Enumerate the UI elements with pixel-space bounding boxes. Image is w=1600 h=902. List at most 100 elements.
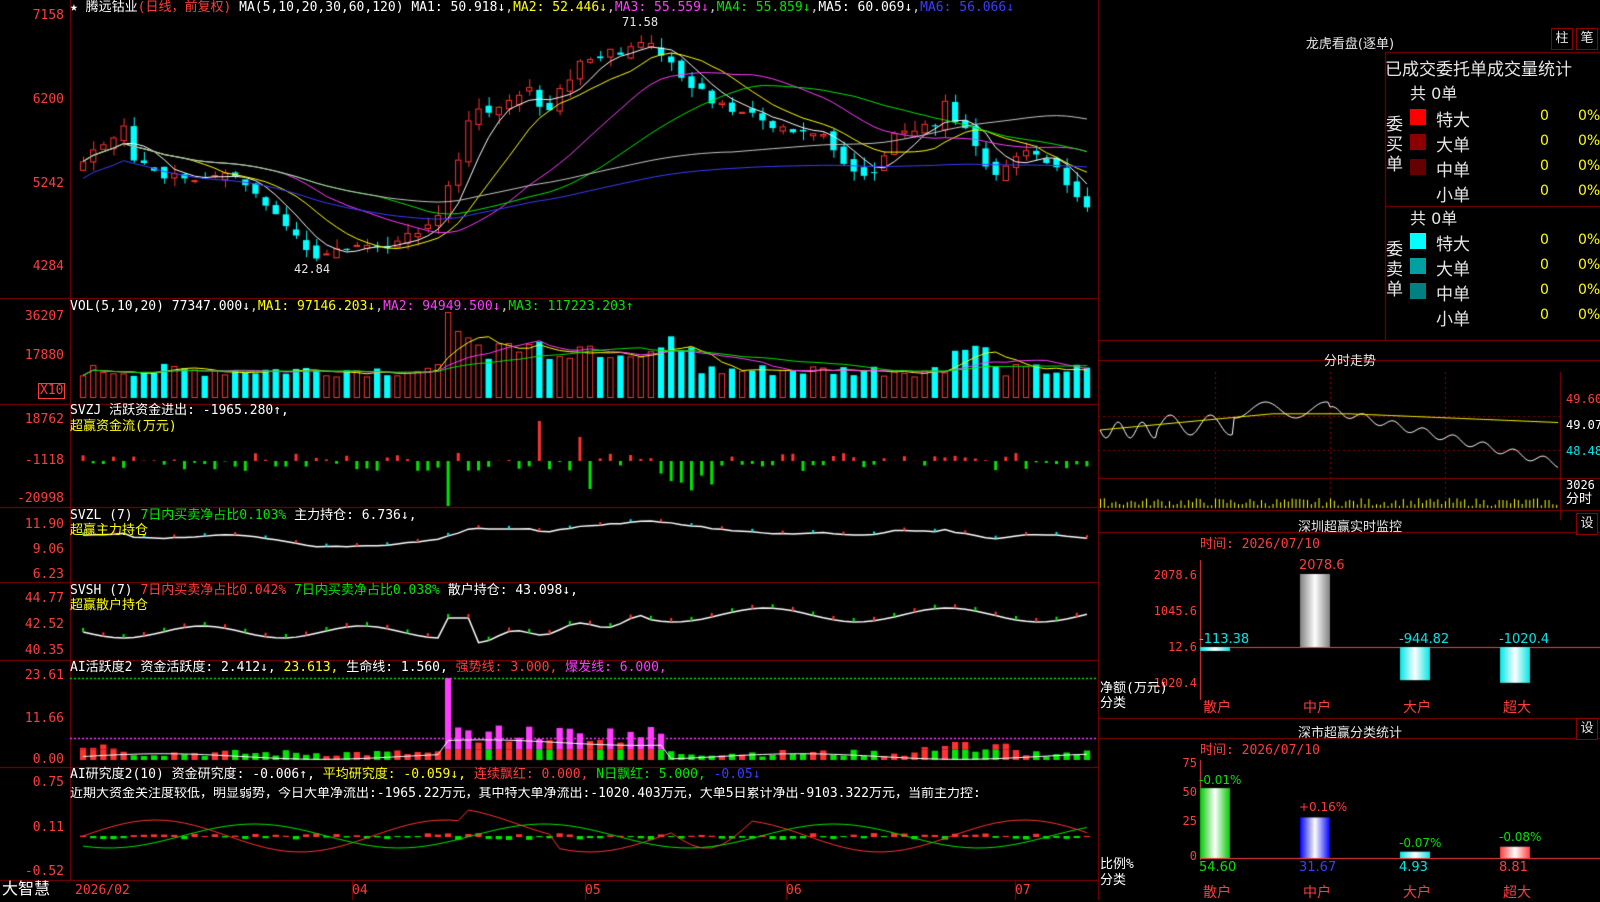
kline-axis-3: 4284 xyxy=(32,259,64,274)
vol-unit: X10 xyxy=(38,383,66,399)
ai2-header: AI研究度2(10) 资金研究度: -0.006↑, 平均研究度: -0.059… xyxy=(70,768,761,782)
svzl-text2: 主力持仓: 6.736↓, xyxy=(294,508,417,523)
classify-chg-1: +0.16% xyxy=(1299,800,1348,814)
buy-row-swatch-3 xyxy=(1410,184,1426,200)
chart-canvas[interactable] xyxy=(0,0,1600,900)
ma1-value: MA1: 50.918↓ xyxy=(411,0,506,15)
sell-row-name-1: 大单 xyxy=(1436,260,1470,280)
ai1-t1: 资金活跃度: 2.412↓, xyxy=(140,660,276,675)
sell-row-val-3: 0 xyxy=(1540,307,1549,323)
kline-high-mark: 71.58 xyxy=(622,15,659,29)
buy-side-label: 委买单 xyxy=(1386,115,1403,175)
classify-axis-3: 0 xyxy=(1189,849,1197,863)
sell-row-val-0: 0 xyxy=(1540,232,1549,248)
bar-mode-button[interactable]: 柱 xyxy=(1551,28,1573,50)
ai2-note: 近期大资金关注度较低，明显弱势，今日大单净流出:-1965.22万元，其中特大单… xyxy=(70,787,981,801)
fenshi-unit: 分时 xyxy=(1566,492,1593,507)
fenshi-axis-0: 49.60 xyxy=(1566,392,1600,406)
ai1-t4: 强势线: 3.000, xyxy=(455,660,558,675)
sell-row-pct-0: 0% xyxy=(1578,232,1600,248)
buy-row-swatch-2 xyxy=(1410,159,1426,175)
svsh-sub: 超赢散户持仓 xyxy=(70,598,149,613)
star-icon[interactable]: ★ xyxy=(70,0,78,15)
classify-chg-3: -0.08% xyxy=(1499,830,1542,844)
buy-row-swatch-0 xyxy=(1410,109,1426,125)
svzl-sub: 超赢主力持仓 xyxy=(70,523,149,538)
monitor-axis-0: 2078.6 xyxy=(1153,568,1197,582)
buy-row-name-1: 大单 xyxy=(1436,136,1470,156)
ai2-spec: AI研究度2(10) xyxy=(70,767,164,782)
vol-axis-0: 36207 xyxy=(24,309,64,324)
classify-axis-2: 25 xyxy=(1182,814,1197,828)
ma-spec: MA(5,10,20,30,60,120) xyxy=(239,0,404,15)
monitor-axis-1: 1045.6 xyxy=(1153,604,1197,618)
buy-row-name-0: 特大 xyxy=(1436,111,1470,131)
stroke-mode-button[interactable]: 笔 xyxy=(1576,28,1598,50)
monitor-ylabel: 净额(万元) xyxy=(1100,681,1168,696)
date-label-3: 06 xyxy=(786,883,802,898)
monitor-axis-2: 12.6 xyxy=(1168,640,1197,654)
buy-row-val-0: 0 xyxy=(1540,108,1549,124)
ai2-axis-0: 0.75 xyxy=(32,775,64,790)
sell-row-name-3: 小单 xyxy=(1436,310,1470,330)
ai2-t2: 平均研究度: -0.059↓, xyxy=(322,767,467,782)
monitor-settings-button[interactable]: 设 xyxy=(1576,513,1598,535)
svzj-axis-1: -1118 xyxy=(24,453,64,468)
monitor-cat-0: 散户 xyxy=(1203,700,1231,716)
classify-chg-0: -0.01% xyxy=(1199,773,1242,787)
date-label-1: 04 xyxy=(352,883,368,898)
fenshi-axis-1: 49.07 xyxy=(1566,418,1600,432)
sell-row-val-2: 0 xyxy=(1540,282,1549,298)
monitor-title: 深圳超赢实时监控 xyxy=(1297,520,1402,535)
sell-row-pct-3: 0% xyxy=(1578,307,1600,323)
buy-row-pct-2: 0% xyxy=(1578,158,1600,174)
sell-row-swatch-0 xyxy=(1410,233,1426,249)
longhu-header: 已成交委托单成交量统计 xyxy=(1385,60,1572,80)
ai2-t3: 连续飘红: 0.000, xyxy=(473,767,589,782)
sell-row-pct-1: 0% xyxy=(1578,257,1600,273)
ai1-t5: 爆发线: 6.000, xyxy=(565,660,667,675)
kline-low-mark: 42.84 xyxy=(294,262,331,276)
vol-ma3: MA3: 117223.203↑ xyxy=(508,299,634,314)
classify-cat-1: 中户 xyxy=(1303,885,1331,901)
vol-ma1: MA1: 97146.203↓ xyxy=(257,299,376,314)
classify-settings-button[interactable]: 设 xyxy=(1576,718,1598,740)
sell-row-name-0: 特大 xyxy=(1436,235,1470,255)
ma3-value: MA3: 55.559↓ xyxy=(614,0,709,15)
ma5-value: MA5: 60.069↓ xyxy=(818,0,913,15)
svzl-axis-1: 9.06 xyxy=(32,542,64,557)
sell-row-pct-2: 0% xyxy=(1578,282,1600,298)
svsh-axis-2: 40.35 xyxy=(24,643,64,658)
monitor-val-1: 2078.6 xyxy=(1299,558,1345,573)
svzj-axis-0: 18762 xyxy=(24,412,64,427)
brand-label: 大智慧 xyxy=(2,879,51,898)
svzl-text1: 7日内买卖净占比0.103% xyxy=(140,508,287,523)
fenshi-axis-2: 48.48 xyxy=(1566,444,1600,458)
monitor-time: 时间: 2026/07/10 xyxy=(1200,537,1320,552)
svzj-text: 活跃资金进出: -1965.280↑, xyxy=(109,403,289,418)
fenshi-axis-3: 3026 xyxy=(1566,478,1595,492)
classify-val-0: 54.60 xyxy=(1199,860,1237,875)
vol-axis-1: 17880 xyxy=(24,348,64,363)
ai2-axis-2: -0.52 xyxy=(24,864,64,879)
date-label-0: 2026/02 xyxy=(75,883,130,898)
period-label: (日线，前复权) xyxy=(137,0,232,15)
svsh-axis-0: 44.77 xyxy=(24,591,64,606)
ai1-header: AI活跃度2 资金活跃度: 2.412↓, 23.613, 生命线: 1.560… xyxy=(70,661,667,675)
classify-val-1: 31.67 xyxy=(1299,860,1337,875)
svzj-axis-2: -20998 xyxy=(17,491,64,506)
sell-row-swatch-2 xyxy=(1410,283,1426,299)
ai1-t2: 23.613, xyxy=(283,660,339,675)
ai1-axis-0: 23.61 xyxy=(24,668,64,683)
vol-spec: VOL(5,10,20) xyxy=(70,299,164,314)
sell-row-swatch-3 xyxy=(1410,308,1426,324)
sell-side-label: 委卖单 xyxy=(1386,240,1403,300)
kline-axis-0: 7158 xyxy=(32,8,64,23)
classify-val-2: 4.93 xyxy=(1399,860,1428,875)
svsh-header: SVSH (7) 7日内买卖净占比0.042% 7日内买卖净占比0.038% 散… xyxy=(70,584,578,598)
classify-axis-1: 50 xyxy=(1182,785,1197,799)
svzl-axis-2: 6.23 xyxy=(32,567,64,582)
ai2-t4: N日飘红: 5.000, xyxy=(596,767,706,782)
vol-value: 77347.000↓ xyxy=(171,299,251,314)
date-label-4: 07 xyxy=(1015,883,1031,898)
